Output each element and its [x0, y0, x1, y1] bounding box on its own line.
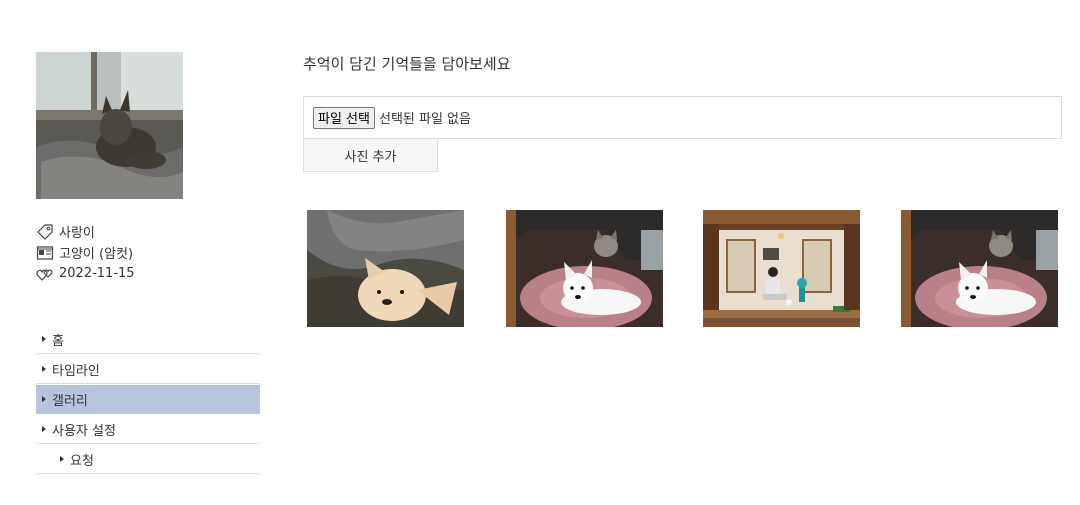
- profile-date: 2022-11-15: [59, 266, 135, 281]
- id-card-icon: [36, 245, 54, 260]
- nav-label: 갤러리: [52, 393, 88, 409]
- hearts-icon: [36, 268, 53, 281]
- add-photo-button[interactable]: 사진 추가: [303, 139, 438, 172]
- nav-item-request[interactable]: 요청: [36, 445, 260, 474]
- upload-box: 파일 선택 선택된 파일 없음: [303, 96, 1062, 139]
- nav-label: 사용자 설정: [52, 423, 116, 439]
- gallery-photo[interactable]: [506, 210, 663, 327]
- nav-label: 요청: [70, 453, 94, 469]
- caret-right-icon: [42, 336, 46, 342]
- nav-item-timeline[interactable]: 타임라인: [36, 355, 260, 384]
- gallery-photo[interactable]: [703, 210, 860, 327]
- page-title: 추억이 담긴 기억들을 담아보세요: [303, 55, 511, 73]
- date-row: 2022-11-15: [36, 263, 260, 284]
- nav-item-home[interactable]: 홈: [36, 325, 260, 354]
- nav-item-user-settings[interactable]: 사용자 설정: [36, 415, 260, 444]
- sidebar: 사랑이 고양이 (암컷) 2022-11-15 홈 타임라인 갤러리 사용자 설…: [36, 52, 260, 474]
- file-select-button[interactable]: 파일 선택: [313, 106, 375, 129]
- gallery-photo[interactable]: [901, 210, 1058, 327]
- profile-info: 사랑이 고양이 (암컷) 2022-11-15: [36, 221, 260, 284]
- nav-label: 홈: [52, 333, 64, 349]
- sidebar-nav: 홈 타임라인 갤러리 사용자 설정 요청: [36, 325, 260, 475]
- profile-photo: [36, 52, 183, 199]
- species-row: 고양이 (암컷): [36, 242, 260, 263]
- gallery-photo[interactable]: [307, 210, 464, 327]
- tag-icon: [37, 223, 53, 240]
- file-status: 선택된 파일 없음: [378, 112, 471, 127]
- caret-right-icon: [42, 396, 46, 402]
- main-content: 추억이 담긴 기억들을 담아보세요 파일 선택 선택된 파일 없음 사진 추가: [303, 52, 1062, 172]
- caret-right-icon: [42, 426, 46, 432]
- profile-name: 사랑이: [59, 226, 95, 241]
- nav-item-gallery[interactable]: 갤러리: [36, 385, 260, 414]
- caret-right-icon: [42, 366, 46, 372]
- nav-label: 타임라인: [52, 363, 100, 379]
- name-row: 사랑이: [36, 221, 260, 242]
- profile-species: 고양이 (암컷): [59, 247, 134, 262]
- caret-right-icon: [60, 456, 64, 462]
